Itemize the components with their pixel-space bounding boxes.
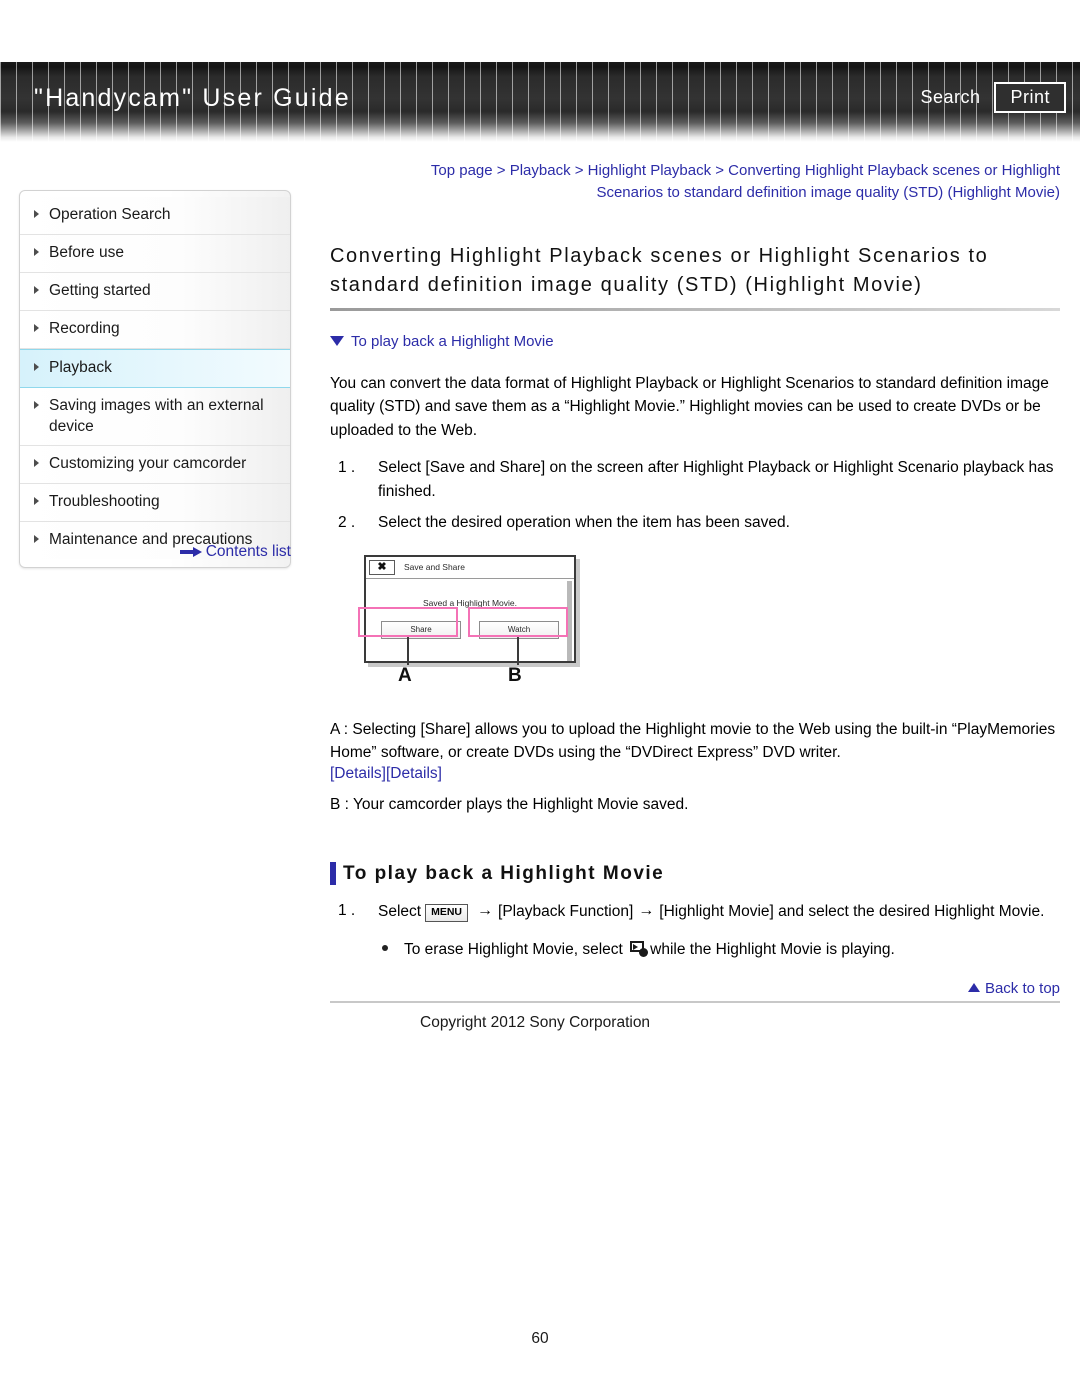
sidebar-item-recording[interactable]: Recording [20,310,290,349]
steps-list: 1 . Select [Save and Share] on the scree… [330,456,1060,535]
step-mid: [Playback Function] [498,903,634,921]
sidebar-item-troubleshooting[interactable]: Troubleshooting [20,484,290,523]
chevron-right-icon [34,247,39,256]
main-content: Top page > Playback > Highlight Playback… [330,160,1060,1032]
leader-line-b [517,636,519,665]
callout-box-a [358,606,458,637]
chevron-right-icon [34,285,39,294]
bullet-suffix: while the Highlight Movie is playing. [650,940,895,958]
section-title: To play back a Highlight Movie [343,862,665,884]
sidebar-item-label: Recording [49,319,120,337]
step-number: 2 . [338,514,356,532]
footer-divider [330,1000,1060,1003]
breadcrumb-line-1: Top page > Playback > Highlight Playback… [430,162,1060,179]
step-prefix: Select [378,903,422,921]
callout-box-b [468,606,568,637]
copyright-text: Copyright 2012 Sony Corporation [420,1013,651,1031]
back-to-top-label: Back to top [984,979,1060,997]
details-link-2[interactable]: [Details] [386,765,442,782]
step-text: Select [Save and Share] on the screen af… [378,459,1054,500]
sidebar-item-label: Before use [49,243,124,261]
callout-label-a: A [398,664,412,686]
list-item: 1 . Select [Save and Share] on the scree… [330,456,1060,503]
section-accent-bar [330,862,336,886]
callout-label-b: B [508,664,522,686]
list-item: To erase Highlight Movie, select while t… [330,938,1060,962]
delete-movie-icon[interactable] [629,940,649,957]
chevron-right-icon [34,400,39,409]
intro-paragraph: You can convert the data format of Highl… [330,374,1049,439]
chevron-right-icon [34,497,39,506]
page-number: 60 [531,1330,549,1347]
triangle-down-icon [330,336,344,346]
breadcrumb-line-2: Scenarios to standard definition image q… [596,183,1060,201]
screen-title: Save and Share [404,562,465,573]
callout-b-description: B : Your camcorder plays the Highlight M… [330,795,689,813]
step-suffix: [Highlight Movie] and select the desired… [659,903,1045,921]
sidebar-item-playback[interactable]: Playback [20,348,290,388]
sidebar-item-label: Operation Search [49,206,171,223]
list-item: 1 . Select MENU → [Playback Function] → [High… [330,899,1060,924]
chevron-right-icon [34,459,39,468]
chevron-right-icon [34,210,39,218]
page-header: "Handycam" User Guide Search Print [0,62,1080,142]
chevron-right-icon [34,323,39,332]
jump-link-label: To play back a Highlight Movie [351,332,554,350]
chevron-right-icon [34,362,39,371]
sidebar-item-getting-started[interactable]: Getting started [20,272,290,311]
sidebar-item-customizing[interactable]: Customizing your camcorder [20,446,290,485]
sidebar-item-label: Saving images with an external device [49,396,264,435]
details-links: [Details][Details] [330,765,1060,783]
heading-divider [330,307,1060,311]
bullet-prefix: To erase Highlight Movie, select [404,940,623,958]
back-to-top-link[interactable]: Back to top [330,980,1060,997]
sidebar-item-operation-search[interactable]: Operation Search [20,197,290,235]
sidebar-item-label: Getting started [49,281,151,299]
sidebar-item-saving-images[interactable]: Saving images with an external device [20,387,290,447]
sidebar-item-label: Customizing your camcorder [49,455,247,473]
jump-link-highlight-movie[interactable]: To play back a Highlight Movie [330,333,1060,350]
section-heading-playback: To play back a Highlight Movie [330,862,1060,886]
screen-titlebar: ✖ Save and Share [366,557,574,579]
step-number: 1 . [338,459,356,477]
contents-list-label: Contents list [205,543,291,560]
step-text: Select the desired operation when the it… [378,514,790,532]
breadcrumb[interactable]: Top page > Playback > Highlight Playback… [330,160,1060,204]
sidebar-item-label: Playback [49,358,112,376]
arrow-right-icon: → [638,902,655,920]
menu-icon[interactable]: MENU [425,904,469,922]
page-title: Converting Highlight Playback scenes or … [330,244,989,296]
leader-line-a [407,636,409,665]
erase-note-list: To erase Highlight Movie, select while t… [330,938,1060,962]
step-number: 1 . [338,902,356,920]
details-link-1[interactable]: [Details] [330,765,386,782]
sidebar-item-before-use[interactable]: Before use [20,234,290,273]
sidebar-nav: Operation Search Before use Getting star… [19,190,291,569]
app-title: "Handycam" User Guide [34,84,351,112]
contents-list-link[interactable]: Contents list [19,543,291,561]
playback-steps-list: 1 . Select MENU → [Playback Function] → [High… [330,899,1060,924]
close-icon[interactable]: ✖ [369,559,395,575]
arrow-right-icon: → [477,902,494,920]
print-button[interactable]: Print [994,82,1066,113]
bullet-dot-icon [382,944,388,951]
triangle-up-icon [967,982,980,992]
list-item: 2 . Select the desired operation when th… [330,511,1060,535]
screen-illustration: ✖ Save and Share Saved a Highlight Movie… [358,549,618,704]
arrow-right-icon [179,547,202,557]
header-actions: Search Print [918,82,1066,113]
sidebar-item-label: Troubleshooting [49,493,160,511]
callout-a-description: A : Selecting [Share] allows you to uplo… [330,720,1056,762]
search-button[interactable]: Search [918,83,982,112]
